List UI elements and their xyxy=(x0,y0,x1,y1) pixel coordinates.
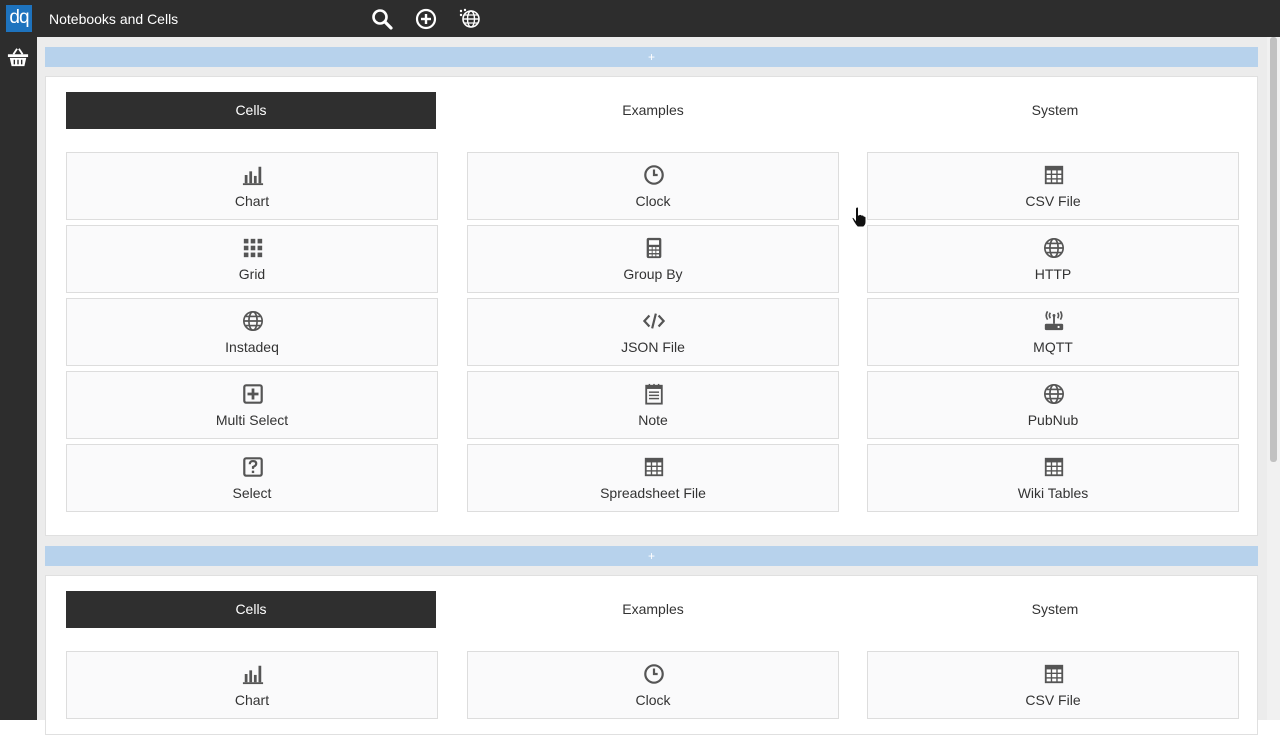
globe-network-icon[interactable] xyxy=(458,7,482,31)
search-icon[interactable] xyxy=(370,7,394,31)
tile-label: CSV File xyxy=(1025,692,1081,708)
bar-chart-icon xyxy=(242,665,264,685)
cell-option-spreadsheet-file[interactable]: Spreadsheet File xyxy=(467,444,839,512)
cell-option-multi-select[interactable]: Multi Select xyxy=(66,371,438,439)
app-logo[interactable]: dq xyxy=(6,5,32,32)
calculator-icon xyxy=(646,237,662,259)
globe-icon xyxy=(1044,238,1064,258)
question-square-icon xyxy=(243,457,263,477)
globe-icon xyxy=(1044,384,1064,404)
table-icon xyxy=(1044,664,1064,684)
scrollbar-thumb[interactable] xyxy=(1270,37,1277,462)
tile-label: HTTP xyxy=(1034,266,1072,282)
add-cell-strip[interactable]: + xyxy=(45,546,1258,566)
tile-label: Clock xyxy=(635,692,671,708)
tab-bar: Cells Examples System xyxy=(66,92,1240,129)
tile-label: Chart xyxy=(234,193,270,209)
clock-icon xyxy=(644,664,664,684)
cell-option-instadeq[interactable]: Instadeq xyxy=(66,298,438,366)
grid-icon xyxy=(243,238,263,258)
tile-label: MQTT xyxy=(1033,339,1073,355)
tile-label: Wiki Tables xyxy=(1017,485,1089,501)
cell-option-http[interactable]: HTTP xyxy=(867,225,1239,293)
tab-bar: Cells Examples System xyxy=(66,591,1240,628)
tile-label: PubNub xyxy=(1027,412,1079,428)
add-cell-strip[interactable]: + xyxy=(45,47,1258,67)
tab-examples[interactable]: Examples xyxy=(468,591,838,628)
basket-icon[interactable] xyxy=(7,46,29,68)
tile-label: Note xyxy=(638,412,668,428)
tab-system[interactable]: System xyxy=(870,591,1240,628)
tile-label: Spreadsheet File xyxy=(600,485,706,501)
cell-option-note[interactable]: Note xyxy=(467,371,839,439)
notebook-area: + Cells Examples System Chart Grid Insta… xyxy=(37,37,1267,735)
tile-label: Grid xyxy=(238,266,266,282)
tab-cells[interactable]: Cells xyxy=(66,92,436,129)
cell-option-csv-file[interactable]: CSV File xyxy=(867,651,1239,719)
tile-label: Clock xyxy=(635,193,671,209)
top-bar: dq Notebooks and Cells xyxy=(0,0,1280,37)
bar-chart-icon xyxy=(242,166,264,186)
cell-option-clock[interactable]: Clock xyxy=(467,651,839,719)
cell-option-csv-file[interactable]: CSV File xyxy=(867,152,1239,220)
cell-option-json-file[interactable]: JSON File xyxy=(467,298,839,366)
vertical-scrollbar[interactable] xyxy=(1267,37,1280,720)
tile-label: Group By xyxy=(623,266,683,282)
table-icon xyxy=(1044,457,1064,477)
cell-option-chart[interactable]: Chart xyxy=(66,651,438,719)
table-icon xyxy=(1044,165,1064,185)
cell-option-mqtt[interactable]: MQTT xyxy=(867,298,1239,366)
tab-cells[interactable]: Cells xyxy=(66,591,436,628)
cell-option-chart[interactable]: Chart xyxy=(66,152,438,220)
tile-label: Instadeq xyxy=(225,339,279,355)
tile-label: Multi Select xyxy=(215,412,289,428)
tab-system[interactable]: System xyxy=(870,92,1240,129)
add-circle-icon[interactable] xyxy=(414,7,438,31)
left-sidebar xyxy=(0,37,37,720)
notepad-icon xyxy=(645,383,663,405)
globe-icon xyxy=(243,311,263,331)
router-icon xyxy=(1044,310,1064,331)
code-icon xyxy=(643,313,665,329)
cell-option-grid[interactable]: Grid xyxy=(66,225,438,293)
clock-icon xyxy=(644,165,664,185)
tile-label: Chart xyxy=(234,692,270,708)
cell-option-wiki-tables[interactable]: Wiki Tables xyxy=(867,444,1239,512)
tile-label: Select xyxy=(232,485,272,501)
cell-option-select[interactable]: Select xyxy=(66,444,438,512)
hand-cursor-icon xyxy=(851,206,867,228)
cell-picker-panel: Cells Examples System Chart Clock CSV Fi… xyxy=(45,575,1258,735)
cell-option-group-by[interactable]: Group By xyxy=(467,225,839,293)
table-icon xyxy=(644,457,664,477)
tile-label: JSON File xyxy=(621,339,685,355)
plus-square-icon xyxy=(243,384,263,404)
tab-examples[interactable]: Examples xyxy=(468,92,838,129)
cell-option-pubnub[interactable]: PubNub xyxy=(867,371,1239,439)
cell-picker-panel: Cells Examples System Chart Grid Instade… xyxy=(45,76,1258,536)
cell-option-clock[interactable]: Clock xyxy=(467,152,839,220)
page-title: Notebooks and Cells xyxy=(49,11,179,27)
tile-label: CSV File xyxy=(1025,193,1081,209)
